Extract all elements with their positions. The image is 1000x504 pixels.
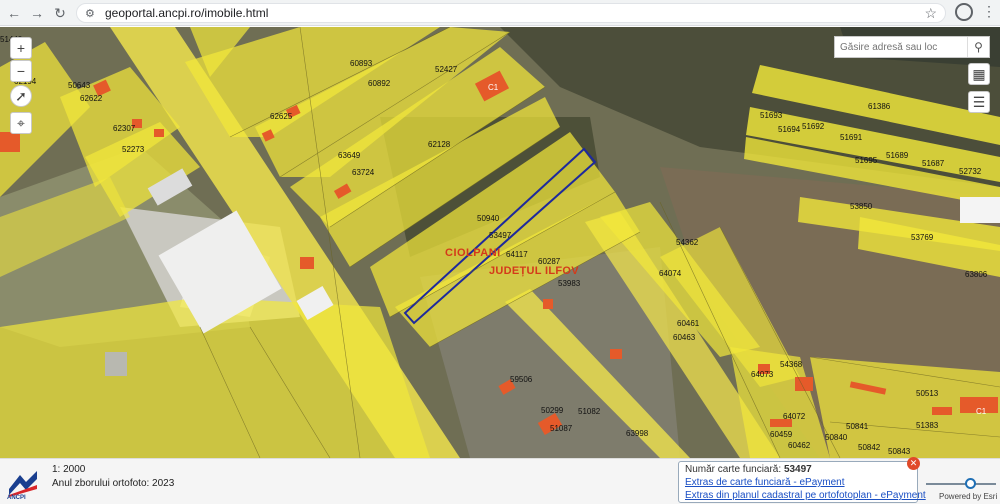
extras-carte-funciara-link[interactable]: Extras de carte funciară - ePayment: [685, 477, 845, 488]
parcel-number-label[interactable]: 50299: [541, 406, 563, 415]
zoom-in-button[interactable]: +: [10, 37, 32, 59]
opacity-slider-handle[interactable]: [965, 478, 976, 489]
parcel-number-label[interactable]: 61386: [868, 102, 890, 111]
url-text: geoportal.ancpi.ro/imobile.html: [105, 6, 269, 20]
parcel-number-label[interactable]: 50843: [888, 447, 910, 456]
browser-menu-icon[interactable]: ⋮: [982, 3, 996, 20]
popup-title-label: Număr carte funciară:: [685, 464, 782, 475]
parcel-number-label[interactable]: 60459: [770, 430, 792, 439]
parcel-number-label[interactable]: 50840: [825, 433, 847, 442]
parcel-number-label[interactable]: 60892: [368, 79, 390, 88]
site-settings-icon[interactable]: ⚙: [85, 7, 95, 20]
browser-toolbar: ← → ↻ ⚙ geoportal.ancpi.ro/imobile.html …: [0, 0, 1000, 26]
parcel-number-label[interactable]: 52273: [122, 145, 144, 154]
parcel-number-label[interactable]: 54368: [780, 360, 802, 369]
parcel-number-label[interactable]: 60461: [677, 319, 699, 328]
parcel-number-label[interactable]: 64117: [506, 250, 528, 259]
building-mark-label: C1: [976, 407, 987, 416]
city-label: CIOLPANI: [445, 247, 501, 259]
opacity-slider[interactable]: [926, 483, 996, 485]
parcel-number-label[interactable]: 51694: [778, 125, 800, 134]
close-icon[interactable]: ✕: [907, 457, 920, 470]
ancpi-logo-text: ANCPI: [7, 495, 26, 501]
parcel-number-label[interactable]: 51692: [802, 122, 824, 131]
parcel-number-label[interactable]: 59506: [510, 375, 532, 384]
building-mark-label: C1: [488, 83, 499, 92]
bookmark-star-icon[interactable]: ☆: [924, 5, 937, 22]
parcel-number-label[interactable]: 50513: [916, 389, 938, 398]
parcel-number-label[interactable]: 63649: [338, 151, 360, 160]
parcel-number-label[interactable]: 64074: [659, 269, 681, 278]
esri-attribution: Powered by Esri: [939, 492, 998, 501]
parcel-number-label[interactable]: 60463: [673, 333, 695, 342]
parcel-number-label[interactable]: 51087: [550, 424, 572, 433]
basemap-icon[interactable]: ▦: [968, 63, 990, 85]
parcel-number-label[interactable]: 64072: [783, 412, 805, 421]
parcel-number-label[interactable]: 62622: [80, 94, 102, 103]
parcel-number-label[interactable]: 51689: [886, 151, 908, 160]
parcel-number-label[interactable]: 63998: [626, 429, 648, 438]
layer-list-icon[interactable]: ☰: [968, 91, 990, 113]
parcel-number-label[interactable]: 53497: [489, 231, 511, 240]
parcel-info-popup: Număr carte funciară: 53497 Extras de ca…: [678, 461, 926, 503]
search-input[interactable]: [835, 37, 967, 57]
ortho-year: Anul zborului ortofoto: 2023: [52, 478, 175, 489]
parcel-number-label[interactable]: 50643: [68, 81, 90, 90]
compass-button[interactable]: ➚: [10, 85, 32, 107]
parcel-number-label[interactable]: 53769: [911, 233, 933, 242]
parcel-number-label[interactable]: 51695: [855, 156, 877, 165]
parcel-number-label[interactable]: 50842: [858, 443, 880, 452]
parcel-number-label[interactable]: 53850: [850, 202, 872, 211]
parcel-number-label[interactable]: 63724: [352, 168, 374, 177]
parcel-number-label[interactable]: 60462: [788, 441, 810, 450]
profile-icon[interactable]: [955, 3, 973, 21]
reload-icon[interactable]: ↻: [50, 3, 70, 23]
parcel-number-label[interactable]: 52732: [959, 167, 981, 176]
search-box[interactable]: ⚲: [834, 36, 990, 58]
parcel-number-label[interactable]: 62625: [270, 112, 292, 121]
popup-title-value: 53497: [783, 464, 812, 475]
search-icon[interactable]: ⚲: [967, 37, 989, 57]
parcel-number-label[interactable]: 51687: [922, 159, 944, 168]
parcel-number-label[interactable]: 53983: [558, 279, 580, 288]
parcel-number-label[interactable]: 51691: [840, 133, 862, 142]
county-label: JUDEȚUL ILFOV: [489, 265, 579, 277]
forward-icon[interactable]: →: [27, 3, 47, 23]
parcel-number-label[interactable]: 50940: [477, 214, 499, 223]
parcel-number-label[interactable]: 51693: [760, 111, 782, 120]
extras-plan-cadastral-link[interactable]: Extras din planul cadastral pe ortofotop…: [685, 490, 926, 501]
parcel-number-label[interactable]: 62307: [113, 124, 135, 133]
map-canvas[interactable]: [0, 27, 1000, 458]
parcel-number-label[interactable]: 63806: [965, 270, 987, 279]
parcel-number-label[interactable]: 62128: [428, 140, 450, 149]
map-view[interactable]: 5144062194506436262262307522736262560893…: [0, 27, 1000, 458]
parcel-number-label[interactable]: 54362: [676, 238, 698, 247]
parcel-number-label[interactable]: 52427: [435, 65, 457, 74]
zoom-out-button[interactable]: −: [10, 60, 32, 82]
popup-title: Număr carte funciară: 53497: [685, 464, 812, 475]
parcel-number-label[interactable]: 51082: [578, 407, 600, 416]
address-bar[interactable]: ⚙ geoportal.ancpi.ro/imobile.html ☆: [76, 3, 946, 23]
parcel-number-label[interactable]: 64073: [751, 370, 773, 379]
back-icon[interactable]: ←: [4, 3, 24, 23]
parcel-number-label[interactable]: 60893: [350, 59, 372, 68]
parcel-number-label[interactable]: 51383: [916, 421, 938, 430]
map-scale: 1: 2000: [52, 464, 86, 475]
parcel-number-label[interactable]: 50841: [846, 422, 868, 431]
locate-icon[interactable]: ⌖: [10, 112, 32, 134]
